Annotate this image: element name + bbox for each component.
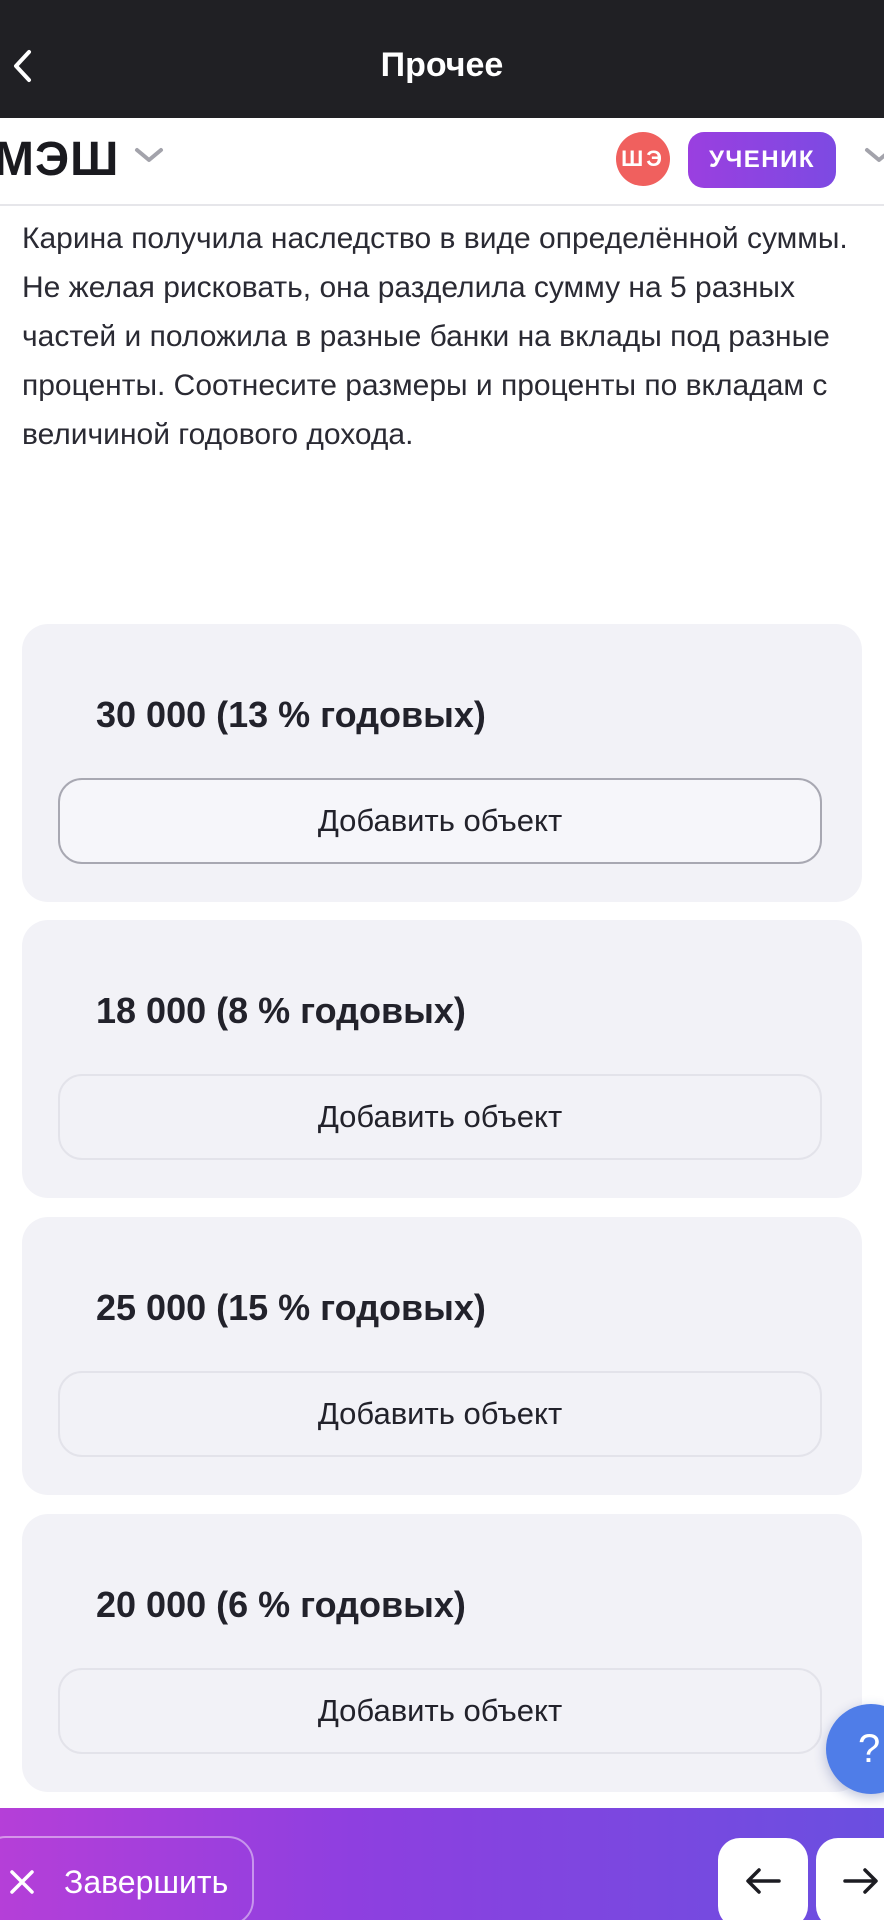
chevron-down-icon[interactable] bbox=[134, 146, 164, 169]
question-mark-icon: ? bbox=[858, 1726, 881, 1771]
arrow-right-icon bbox=[841, 1866, 881, 1901]
page-title: Прочее bbox=[380, 46, 504, 84]
next-button[interactable] bbox=[816, 1838, 884, 1928]
card-title: 30 000 (13 % годовых) bbox=[96, 694, 486, 735]
add-object-button[interactable]: Добавить объект bbox=[58, 1668, 822, 1754]
add-object-button[interactable]: Добавить объект bbox=[58, 778, 822, 864]
card-title: 25 000 (15 % годовых) bbox=[96, 1287, 486, 1328]
role-badge[interactable]: УЧЕНИК bbox=[688, 132, 836, 188]
finish-label: Завершить bbox=[64, 1864, 229, 1900]
question-text: Карина получила наследство в виде опреде… bbox=[22, 222, 848, 451]
arrow-left-icon bbox=[743, 1866, 783, 1901]
card-title: 18 000 (8 % годовых) bbox=[96, 990, 466, 1031]
add-object-button[interactable]: Добавить объект bbox=[58, 1371, 822, 1457]
close-icon bbox=[4, 1864, 40, 1905]
top-bar: Прочее bbox=[0, 0, 884, 118]
match-card: 30 000 (13 % годовых) Добавить объект bbox=[22, 624, 862, 902]
prev-button[interactable] bbox=[718, 1838, 808, 1928]
app-header: МЭШ ШЭ УЧЕНИК bbox=[0, 118, 884, 206]
match-card: 25 000 (15 % годовых) Добавить объект bbox=[22, 1217, 862, 1495]
card-title: 20 000 (6 % годовых) bbox=[96, 1584, 466, 1625]
avatar[interactable]: ШЭ bbox=[616, 132, 670, 186]
match-card: 20 000 (6 % годовых) Добавить объект bbox=[22, 1514, 862, 1792]
add-object-button[interactable]: Добавить объект bbox=[58, 1074, 822, 1160]
match-card: 18 000 (8 % годовых) Добавить объект bbox=[22, 920, 862, 1198]
chevron-down-icon[interactable] bbox=[864, 146, 884, 169]
app-logo[interactable]: МЭШ bbox=[0, 132, 119, 187]
finish-button[interactable]: Завершить bbox=[0, 1836, 254, 1926]
bottom-bar: Завершить bbox=[0, 1808, 884, 1928]
